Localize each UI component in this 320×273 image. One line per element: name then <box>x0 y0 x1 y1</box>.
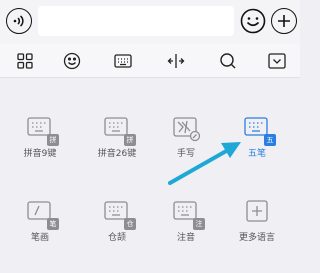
method-badge: 五 <box>264 134 276 146</box>
input-method-grid: 拼 拼音9键 拼 拼音26键 手写 五 五笔 笔 笔画 仓 仓颉 注 注音 更多… <box>0 78 300 273</box>
method-badge: 注 <box>193 218 205 230</box>
input-method-pinyin26[interactable]: 拼 拼音26键 <box>85 116 149 178</box>
emoji-icon[interactable] <box>62 51 82 71</box>
input-method-pinyin9[interactable]: 拼 拼音9键 <box>8 116 72 178</box>
input-method-cangjie[interactable]: 仓 仓颉 <box>85 200 149 262</box>
keyboard-icon: 注 <box>173 200 205 230</box>
keyboard-icon: 拼 <box>27 116 59 146</box>
voice-icon[interactable] <box>6 8 32 34</box>
keyboard-icon[interactable] <box>113 51 133 71</box>
chat-input-bar <box>0 0 300 44</box>
method-badge: 拼 <box>124 134 136 146</box>
input-method-handwriting[interactable]: 手写 <box>154 116 218 178</box>
plus-icon[interactable] <box>271 8 297 34</box>
search-icon[interactable] <box>218 51 238 71</box>
keyboard-toolbar <box>0 44 300 78</box>
handwriting-icon <box>173 116 201 142</box>
keyboard-icon: 五 <box>244 116 276 146</box>
method-label: 五笔 <box>247 149 266 159</box>
cursor-move-icon[interactable] <box>166 51 186 71</box>
add-icon <box>244 200 270 226</box>
method-label: 拼音9键 <box>23 149 57 159</box>
method-label: 更多语言 <box>238 233 275 243</box>
grid-menu-icon[interactable] <box>15 51 35 71</box>
method-badge: 拼 <box>47 134 59 146</box>
input-method-zhuyin[interactable]: 注 注音 <box>154 200 218 262</box>
collapse-keyboard-icon[interactable] <box>267 51 287 71</box>
input-method-stroke[interactable]: 笔 笔画 <box>8 200 72 262</box>
method-label: 注音 <box>176 233 195 243</box>
method-label: 仓颉 <box>107 233 126 243</box>
emoji-icon[interactable] <box>240 8 266 34</box>
method-badge: 仓 <box>124 218 136 230</box>
method-label: 拼音26键 <box>97 149 137 159</box>
message-input[interactable] <box>38 6 234 36</box>
keyboard-icon: 仓 <box>104 200 136 230</box>
method-label: 笔画 <box>30 233 49 243</box>
method-badge: 笔 <box>47 218 59 230</box>
input-method-wubi[interactable]: 五 五笔 <box>225 116 289 178</box>
input-method-more-languages[interactable]: 更多语言 <box>225 200 289 262</box>
method-label: 手写 <box>176 149 195 159</box>
keyboard-icon: 拼 <box>104 116 136 146</box>
stroke-icon: 笔 <box>27 200 59 230</box>
